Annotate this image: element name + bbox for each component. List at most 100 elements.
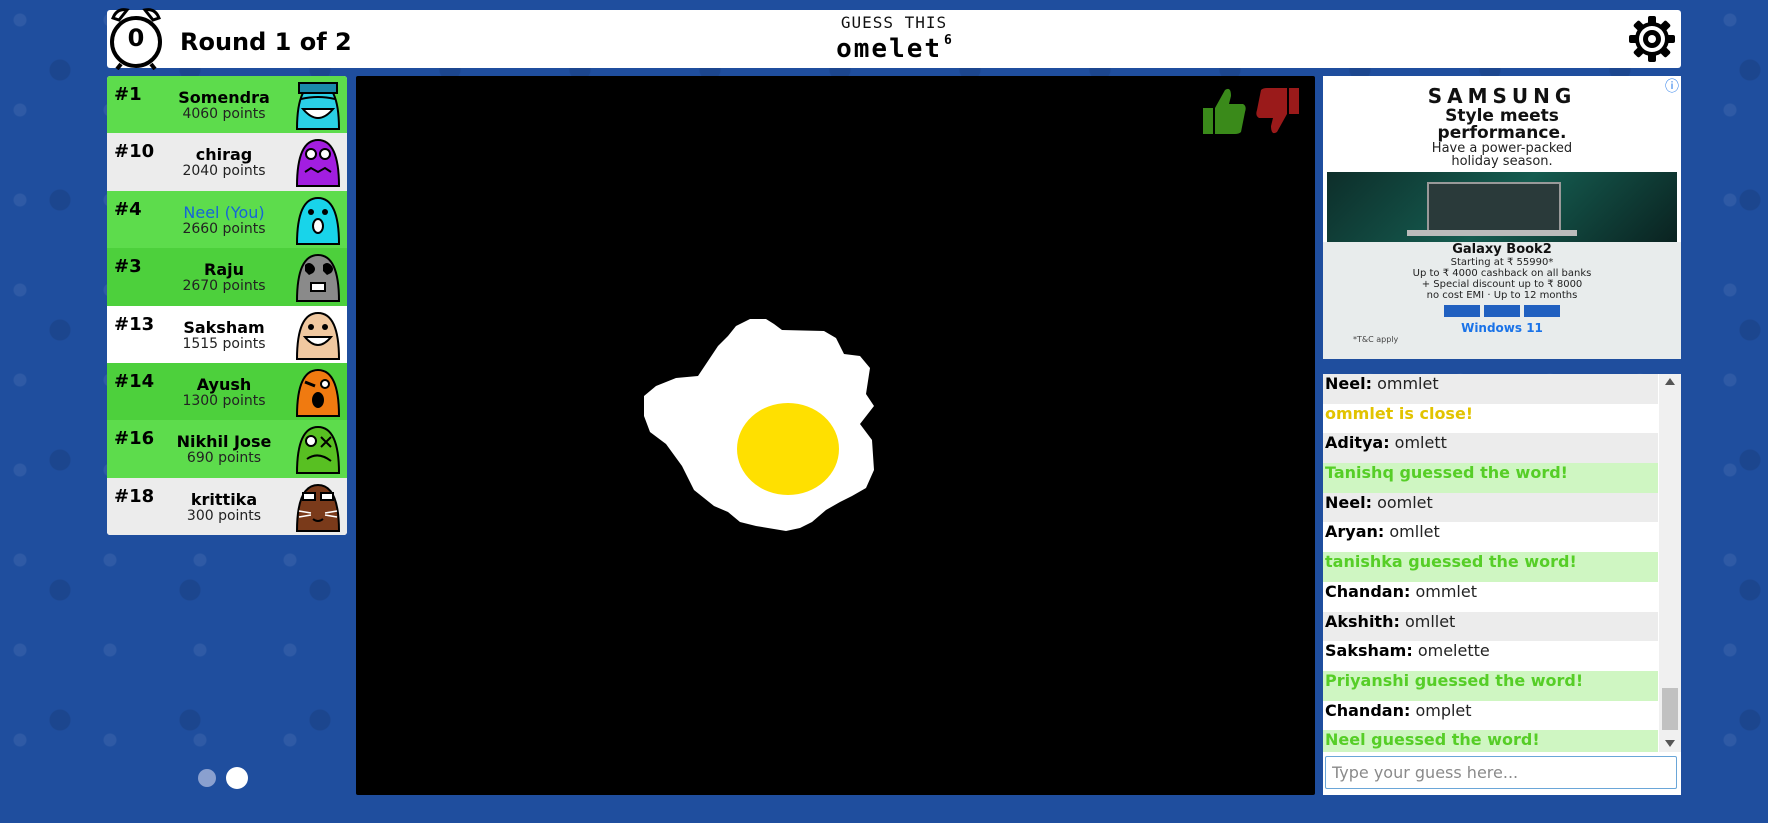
ad-model: Galaxy Book2 bbox=[1323, 242, 1681, 257]
chat-message: Neel: oomlet bbox=[1323, 492, 1658, 523]
chat-author: Neel: bbox=[1325, 374, 1372, 393]
player-points: 690 points bbox=[186, 450, 262, 467]
chat-text: oomlet bbox=[1371, 492, 1433, 512]
ad-headline: performance. bbox=[1437, 123, 1567, 143]
dislike-button[interactable] bbox=[1255, 84, 1303, 136]
avatar bbox=[295, 139, 341, 188]
chat-text: ommlet bbox=[1371, 374, 1439, 393]
player-rank: #10 bbox=[114, 141, 155, 163]
chat-text: ommlet is close! bbox=[1325, 403, 1474, 423]
ad-offer: Up to ₹ 4000 cashback on all banks bbox=[1323, 268, 1681, 279]
player-row[interactable]: #10 chirag 2040 points bbox=[107, 133, 347, 191]
laptop-image bbox=[1327, 172, 1677, 242]
chat-text: omlett bbox=[1389, 433, 1447, 453]
chat-text: omllet bbox=[1399, 611, 1456, 631]
player-row[interactable]: #1 Somendra 4060 points bbox=[107, 76, 347, 134]
laptop-base bbox=[1407, 230, 1577, 236]
chat-text: ommlet bbox=[1410, 581, 1477, 601]
chat-text: tanishka guessed the word! bbox=[1325, 552, 1577, 572]
drawing bbox=[644, 319, 874, 531]
timer: 0 bbox=[107, 4, 165, 71]
ad-subtext: holiday season. bbox=[1451, 154, 1553, 169]
scroll-thumb[interactable] bbox=[1662, 688, 1678, 730]
player-rank: #1 bbox=[114, 84, 142, 105]
player-name: Neel (You) bbox=[183, 202, 265, 222]
chat-message: Tanishq guessed the word! bbox=[1323, 463, 1658, 493]
player-rank: #16 bbox=[114, 428, 155, 450]
gear-icon bbox=[1629, 16, 1675, 62]
player-name: Saksham bbox=[183, 317, 265, 337]
round-indicator: Round 1 of 2 bbox=[180, 28, 352, 56]
thumbs-down-icon bbox=[1256, 88, 1299, 134]
player-list: #1 Somendra 4060 points #10 chirag 2040 … bbox=[107, 76, 347, 535]
player-row[interactable]: #18 krittika 300 points bbox=[107, 477, 347, 535]
chat-author: Aditya: bbox=[1325, 433, 1390, 453]
thumbs-up-icon bbox=[1203, 88, 1246, 134]
player-row[interactable]: #3 Raju 2670 points bbox=[107, 248, 347, 306]
chat-text: omelette bbox=[1412, 641, 1490, 661]
scroll-up-arrow[interactable] bbox=[1665, 378, 1675, 385]
chat-author: Aryan: bbox=[1325, 522, 1385, 542]
chat-message: Priyanshi guessed the word! bbox=[1323, 670, 1658, 701]
chat-message: Chandan: ommlet bbox=[1323, 581, 1658, 612]
ad-brand: SAMSUNG bbox=[1427, 84, 1577, 108]
guess-input[interactable] bbox=[1325, 756, 1677, 789]
bank-logos bbox=[1323, 301, 1681, 321]
ad-price: Starting at ₹ 55990* bbox=[1323, 257, 1681, 268]
player-points: 2670 points bbox=[182, 278, 266, 295]
player-row[interactable]: #13 Saksham 1515 points bbox=[107, 305, 347, 363]
timer-value: 0 bbox=[127, 24, 145, 52]
word: omelet bbox=[836, 34, 943, 64]
player-rank: #13 bbox=[114, 313, 155, 335]
settings-button[interactable] bbox=[1627, 14, 1677, 64]
chat-message: Aryan: omllet bbox=[1323, 522, 1658, 553]
player-row[interactable]: #16 Nikhil Jose 690 points bbox=[107, 420, 347, 478]
chat-scrollbar[interactable] bbox=[1659, 374, 1681, 752]
scroll-down-arrow[interactable] bbox=[1665, 740, 1675, 747]
chat-author: Saksham: bbox=[1325, 641, 1413, 661]
player-rank: #14 bbox=[114, 370, 155, 392]
ad-fineprint: *T&C apply bbox=[1323, 335, 1681, 359]
chat-messages: Neel: ommlet ommlet is close! Aditya: omle… bbox=[1323, 374, 1681, 752]
ad-offer: no cost EMI · Up to 12 months bbox=[1323, 290, 1681, 301]
player-name: Somendra bbox=[178, 88, 270, 107]
chat-message: Chandan: omplet bbox=[1323, 700, 1658, 731]
player-points: 2040 points bbox=[182, 163, 266, 180]
player-rank: #18 bbox=[114, 485, 155, 507]
chat-message: ommlet is close! bbox=[1323, 403, 1658, 434]
player-row[interactable]: #14 Ayush 1300 points bbox=[107, 362, 347, 421]
chat-author: Neel: bbox=[1325, 492, 1372, 512]
player-points: 1515 points bbox=[182, 335, 266, 352]
avatar bbox=[295, 483, 341, 532]
player-name: krittika bbox=[190, 489, 258, 509]
player-name: Raju bbox=[204, 260, 244, 280]
word-length: 6 bbox=[944, 33, 952, 49]
ad-offer: + Special discount up to ₹ 8000 bbox=[1323, 279, 1681, 290]
avatar bbox=[295, 368, 341, 417]
chat-author: Chandan: bbox=[1325, 700, 1411, 720]
carousel-dot-active[interactable] bbox=[226, 767, 248, 789]
chat-author: Akshith: bbox=[1325, 611, 1400, 631]
carousel-dot[interactable] bbox=[198, 769, 216, 787]
chat-message: Neel: ommlet bbox=[1323, 374, 1658, 404]
drawing-canvas[interactable] bbox=[356, 76, 1315, 795]
player-rank: #4 bbox=[114, 198, 142, 220]
carousel-dots bbox=[198, 765, 258, 792]
like-button[interactable] bbox=[1199, 84, 1247, 136]
advertisement[interactable]: ⓘ SAMSUNG Style meets performance. Have … bbox=[1323, 76, 1681, 359]
ad-windows: Windows 11 bbox=[1323, 321, 1681, 335]
player-points: 300 points bbox=[186, 507, 262, 524]
player-points: 2660 points bbox=[182, 220, 266, 237]
chat-message: Akshith: omllet bbox=[1323, 611, 1658, 642]
player-name: Nikhil Jose bbox=[176, 432, 272, 452]
chat-message: tanishka guessed the word! bbox=[1323, 552, 1658, 582]
chat-message: Saksham: omelette bbox=[1323, 641, 1658, 671]
avatar bbox=[295, 311, 341, 360]
player-points: 4060 points bbox=[182, 106, 266, 122]
chat-author: Chandan: bbox=[1325, 581, 1411, 601]
chat-message: Neel guessed the word! bbox=[1323, 730, 1658, 752]
player-name: Ayush bbox=[196, 374, 252, 394]
ad-info-icon[interactable]: ⓘ bbox=[1665, 76, 1679, 96]
player-row[interactable]: #4 Neel (You) 2660 points bbox=[107, 190, 347, 249]
top-bar: 0 Round 1 of 2 GUESS THIS omelet 6 bbox=[107, 8, 1681, 71]
